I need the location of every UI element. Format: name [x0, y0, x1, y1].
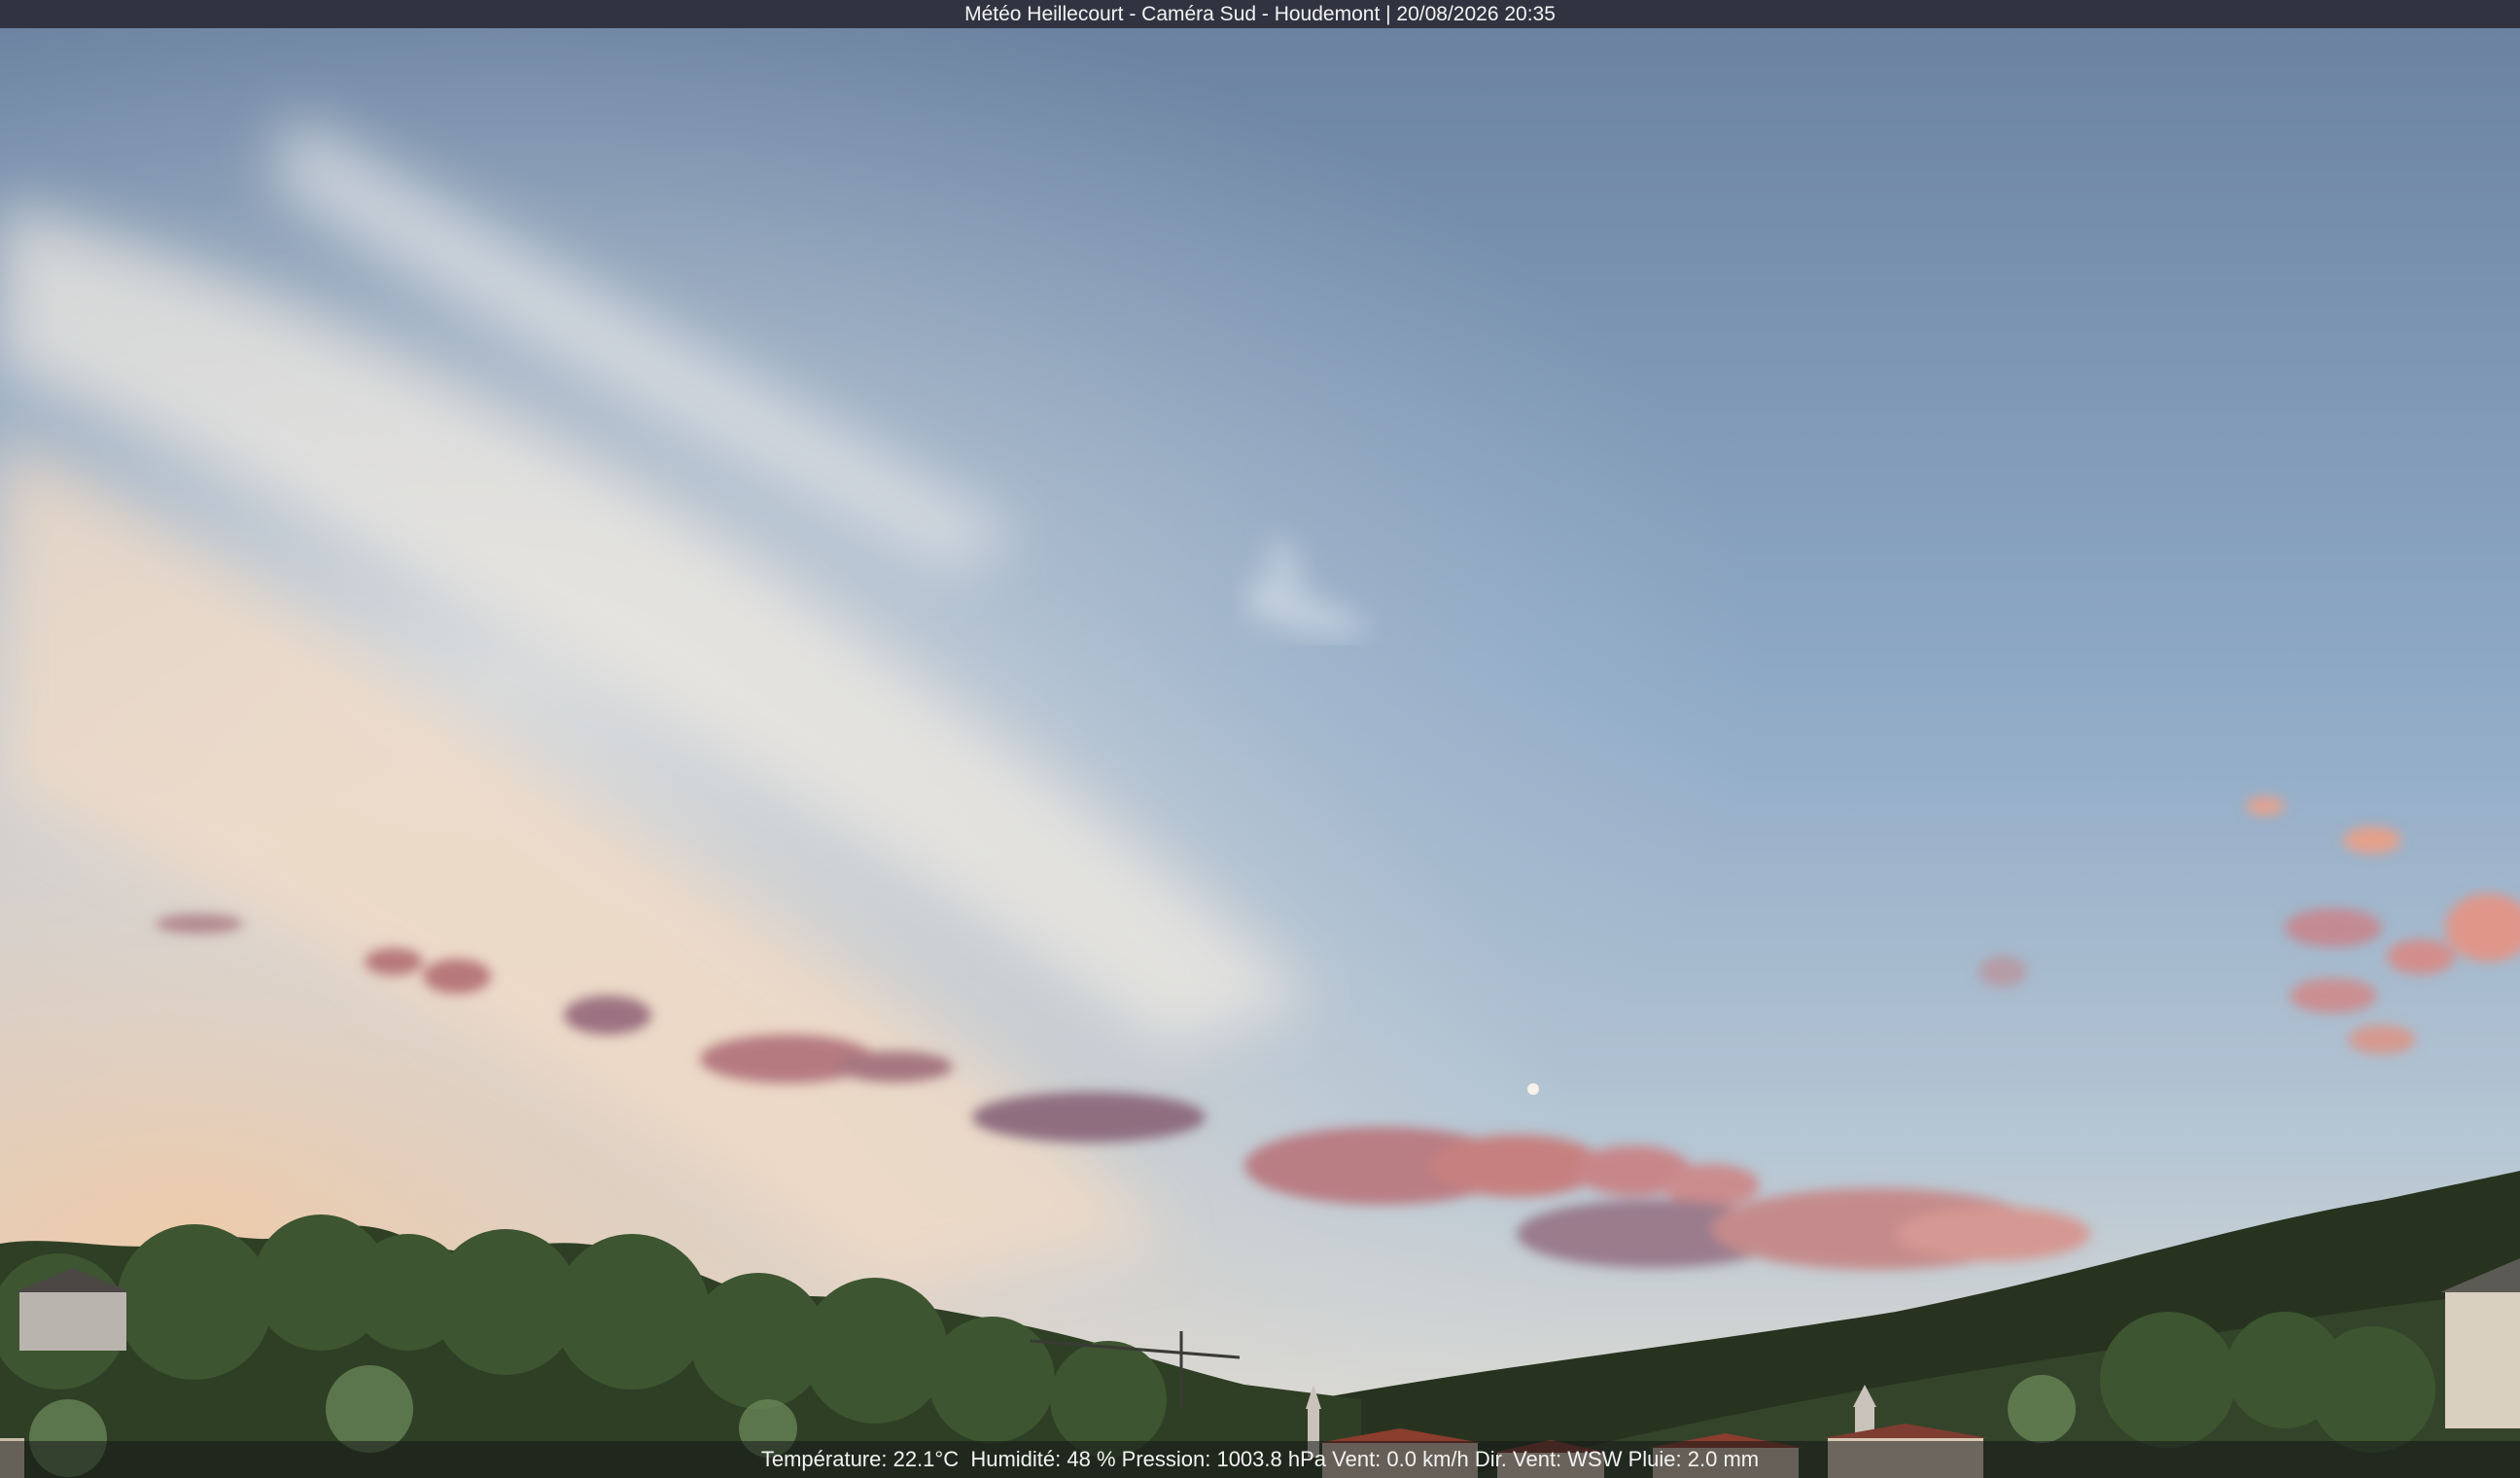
camera-image — [0, 28, 2520, 1478]
temperature-readout: Température: 22.1°C — [760, 1447, 960, 1471]
wind-speed-readout: Vent: 0.0 km/h — [1332, 1447, 1469, 1471]
humidity-readout: Humidité: 48 % — [970, 1447, 1116, 1471]
pressure-readout: Pression: 1003.8 hPa — [1121, 1447, 1327, 1471]
moon — [1527, 1083, 1539, 1095]
rain-readout: Pluie: 2.0 mm — [1628, 1447, 1760, 1471]
title-bar: Météo Heillecourt - Caméra Sud - Houdemo… — [0, 0, 2520, 28]
wind-direction-readout: Dir. Vent: WSW — [1474, 1447, 1623, 1471]
weather-status-bar: Température: 22.1°C Humidité: 48 % Press… — [0, 1441, 2520, 1478]
